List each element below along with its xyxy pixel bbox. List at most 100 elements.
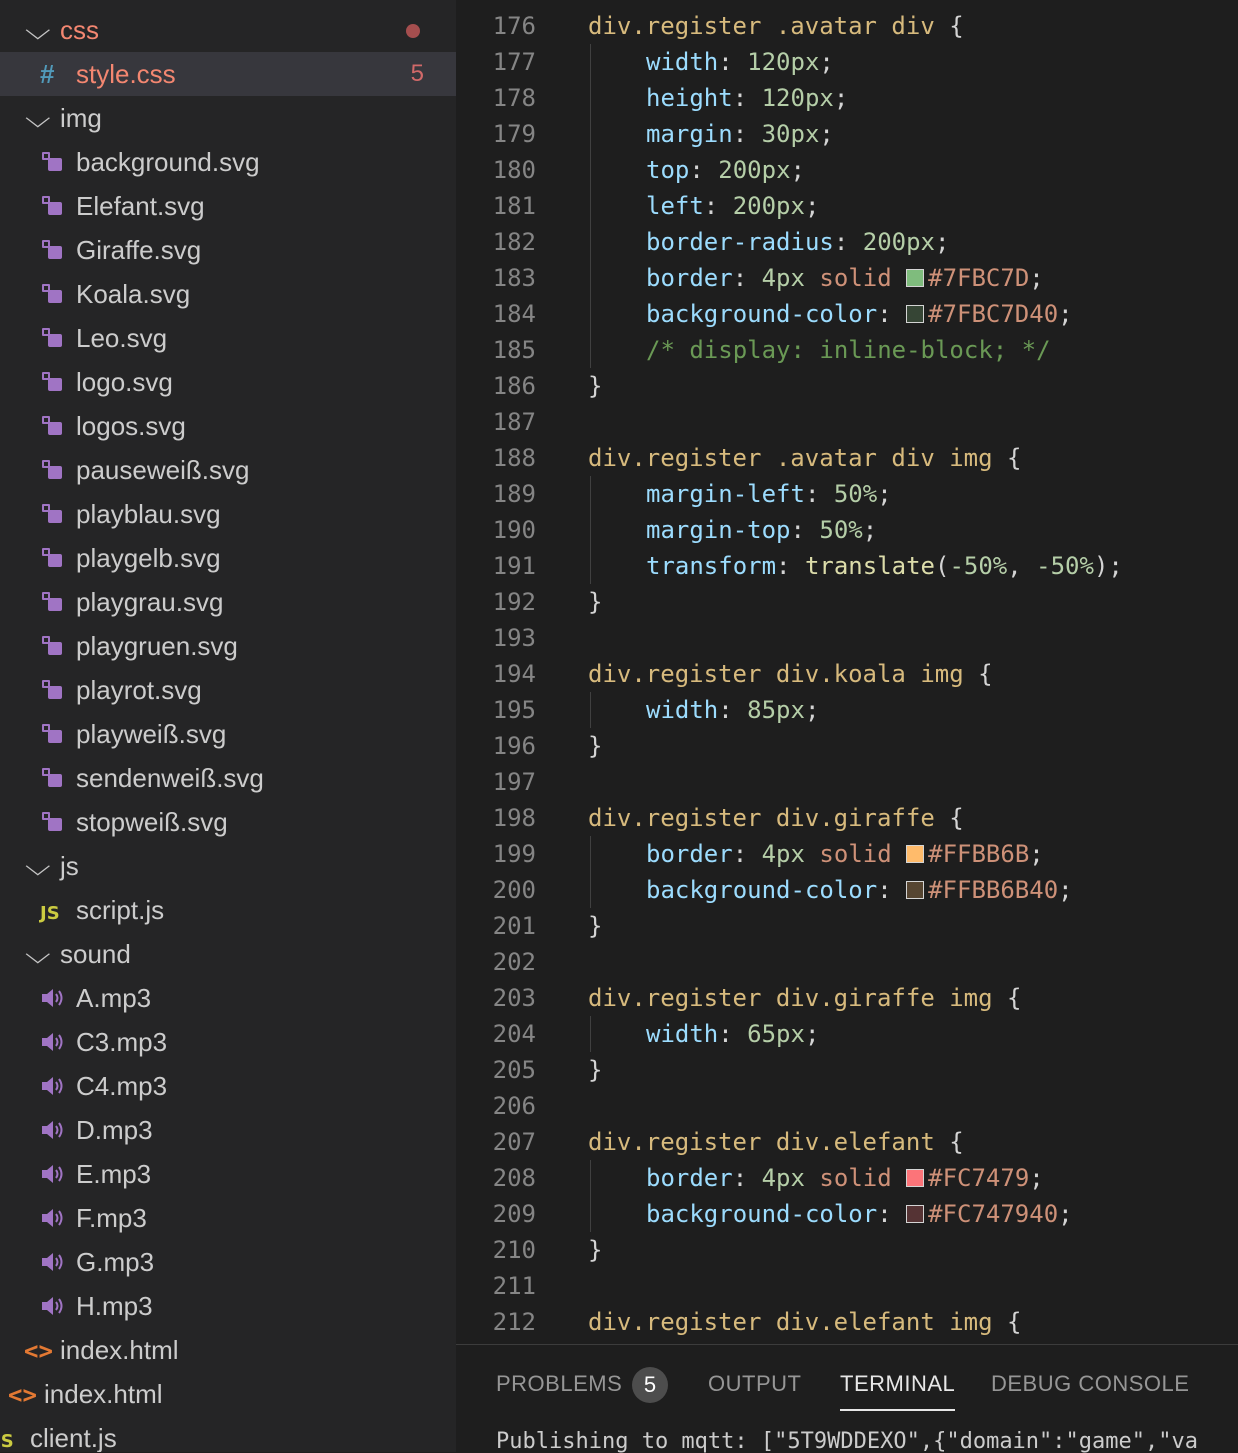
explorer-folder[interactable]: ⌵ js bbox=[0, 844, 456, 888]
tab-output[interactable]: OUTPUT bbox=[708, 1371, 801, 1397]
code-line[interactable]: 194 div.register div.koala img { bbox=[456, 656, 1238, 692]
code-token: #7FBC7D40 bbox=[928, 300, 1059, 328]
explorer-file[interactable]: stopweiß.svg bbox=[0, 800, 456, 844]
tab-terminal[interactable]: TERMINAL bbox=[840, 1371, 956, 1411]
code-token: { bbox=[978, 660, 993, 688]
code-line[interactable]: 183 border: 4px solid #7FBC7D; bbox=[456, 260, 1238, 296]
file-label: index.html bbox=[60, 1335, 179, 1365]
code-line[interactable]: 179 margin: 30px; bbox=[456, 116, 1238, 152]
explorer-file[interactable]: H.mp3 bbox=[0, 1284, 456, 1328]
line-number: 184 bbox=[492, 300, 536, 328]
code-line[interactable]: 207 div.register div.elefant { bbox=[456, 1124, 1238, 1160]
line-number: 196 bbox=[492, 732, 536, 760]
code-line[interactable]: 212 div.register div.elefant img { bbox=[456, 1304, 1238, 1340]
chevron-down-icon[interactable]: ⌵ bbox=[25, 96, 51, 140]
explorer-file[interactable]: playweiß.svg bbox=[0, 712, 456, 756]
explorer-file[interactable]: C3.mp3 bbox=[0, 1020, 456, 1064]
explorer-file[interactable]: # style.css 5 bbox=[0, 52, 456, 96]
code-line[interactable]: 182 border-radius: 200px; bbox=[456, 224, 1238, 260]
code-line[interactable]: 200 background-color: #FFBB6B40; bbox=[456, 872, 1238, 908]
code-line[interactable]: 177 width: 120px; bbox=[456, 44, 1238, 80]
code-line[interactable]: 197 bbox=[456, 764, 1238, 800]
code-line[interactable]: 210} bbox=[456, 1232, 1238, 1268]
color-swatch[interactable] bbox=[906, 881, 925, 899]
chevron-down-icon[interactable]: ⌵ bbox=[25, 844, 51, 888]
code-line[interactable]: 180 top: 200px; bbox=[456, 152, 1238, 188]
explorer-file[interactable]: G.mp3 bbox=[0, 1240, 456, 1284]
explorer-file[interactable]: A.mp3 bbox=[0, 976, 456, 1020]
code-line[interactable]: 199 border: 4px solid #FFBB6B; bbox=[456, 836, 1238, 872]
explorer-file[interactable]: <> index.html bbox=[0, 1372, 456, 1416]
explorer-file[interactable]: C4.mp3 bbox=[0, 1064, 456, 1108]
code-line[interactable]: 198 div.register div.giraffe { bbox=[456, 800, 1238, 836]
explorer-file[interactable]: Leo.svg bbox=[0, 316, 456, 360]
file-label: playrot.svg bbox=[76, 675, 202, 705]
code-line[interactable]: 196} bbox=[456, 728, 1238, 764]
code-line[interactable]: 185 /* display: inline-block; */ bbox=[456, 332, 1238, 368]
code-line[interactable]: 178 height: 120px; bbox=[456, 80, 1238, 116]
explorer-file[interactable]: playgrau.svg bbox=[0, 580, 456, 624]
code-editor[interactable]: 176 div.register .avatar div {177 width: 1… bbox=[456, 0, 1238, 1344]
explorer-file[interactable]: sendenweiß.svg bbox=[0, 756, 456, 800]
code-token: div.register div.giraffe img bbox=[588, 984, 1008, 1012]
code-line[interactable]: 193 bbox=[456, 620, 1238, 656]
explorer-file[interactable]: logo.svg bbox=[0, 360, 456, 404]
explorer-file[interactable]: Elefant.svg bbox=[0, 184, 456, 228]
explorer-file[interactable]: Giraffe.svg bbox=[0, 228, 456, 272]
code-line[interactable]: 176 div.register .avatar div { bbox=[456, 8, 1238, 44]
code-line[interactable]: 181 left: 200px; bbox=[456, 188, 1238, 224]
code-token: { bbox=[1007, 984, 1022, 1012]
color-swatch[interactable] bbox=[906, 845, 925, 863]
code-line[interactable]: 209 background-color: #FC747940; bbox=[456, 1196, 1238, 1232]
color-swatch[interactable] bbox=[906, 1205, 925, 1223]
explorer-file[interactable]: JS client.js bbox=[0, 1416, 456, 1452]
code-line[interactable]: 203 div.register div.giraffe img { bbox=[456, 980, 1238, 1016]
explorer-file[interactable]: playrot.svg bbox=[0, 668, 456, 712]
explorer-file[interactable]: D.mp3 bbox=[0, 1108, 456, 1152]
explorer-file[interactable]: playblau.svg bbox=[0, 492, 456, 536]
code-line[interactable]: 211 bbox=[456, 1268, 1238, 1304]
color-swatch[interactable] bbox=[906, 1169, 925, 1187]
explorer-file[interactable]: playgruen.svg bbox=[0, 624, 456, 668]
terminal-output[interactable]: Publishing to mqtt: ["5T9WDDEXO",{"domai… bbox=[496, 1429, 1198, 1453]
explorer-file[interactable]: JS script.js bbox=[0, 888, 456, 932]
code-line[interactable]: 202 bbox=[456, 944, 1238, 980]
code-line[interactable]: 186} bbox=[456, 368, 1238, 404]
explorer-folder[interactable]: ⌵ css bbox=[0, 8, 456, 52]
indent-guide bbox=[590, 512, 591, 548]
code-line[interactable]: 208 border: 4px solid #FC7479; bbox=[456, 1160, 1238, 1196]
line-number: 198 bbox=[492, 804, 536, 832]
code-line[interactable]: 188 div.register .avatar div img { bbox=[456, 440, 1238, 476]
code-line[interactable]: 192} bbox=[456, 584, 1238, 620]
explorer-file[interactable]: F.mp3 bbox=[0, 1196, 456, 1240]
explorer-folder[interactable]: ⌵ sound bbox=[0, 932, 456, 976]
code-line[interactable]: 189 margin-left: 50%; bbox=[456, 476, 1238, 512]
file-label: Elefant.svg bbox=[76, 191, 205, 221]
code-line[interactable]: 187 bbox=[456, 404, 1238, 440]
explorer-file[interactable]: playgelb.svg bbox=[0, 536, 456, 580]
color-swatch[interactable] bbox=[906, 269, 925, 287]
explorer-file[interactable]: E.mp3 bbox=[0, 1152, 456, 1196]
folder-label: sound bbox=[60, 939, 131, 969]
color-swatch[interactable] bbox=[906, 305, 925, 323]
explorer-file[interactable]: pauseweiß.svg bbox=[0, 448, 456, 492]
tab-debug-console[interactable]: DEBUG CONSOLE bbox=[991, 1371, 1189, 1397]
code-line[interactable]: 195 width: 85px; bbox=[456, 692, 1238, 728]
code-line[interactable]: 201} bbox=[456, 908, 1238, 944]
tab-problems[interactable]: PROBLEMS bbox=[496, 1371, 622, 1397]
speaker-icon bbox=[40, 1196, 66, 1244]
explorer-file[interactable]: Koala.svg bbox=[0, 272, 456, 316]
code-line[interactable]: 184 background-color: #7FBC7D40; bbox=[456, 296, 1238, 332]
chevron-down-icon[interactable]: ⌵ bbox=[25, 932, 51, 976]
explorer-folder[interactable]: ⌵ img bbox=[0, 96, 456, 140]
code-line[interactable]: 206 bbox=[456, 1088, 1238, 1124]
explorer-file[interactable]: <> index.html bbox=[0, 1328, 456, 1372]
code-line[interactable]: 204 width: 65px; bbox=[456, 1016, 1238, 1052]
chevron-down-icon[interactable]: ⌵ bbox=[25, 8, 51, 52]
code-line[interactable]: 191 transform: translate(-50%, -50%); bbox=[456, 548, 1238, 584]
code-line[interactable]: 205} bbox=[456, 1052, 1238, 1088]
explorer-file[interactable]: background.svg bbox=[0, 140, 456, 184]
explorer-file[interactable]: logos.svg bbox=[0, 404, 456, 448]
code-token: ; bbox=[804, 696, 820, 724]
code-line[interactable]: 190 margin-top: 50%; bbox=[456, 512, 1238, 548]
